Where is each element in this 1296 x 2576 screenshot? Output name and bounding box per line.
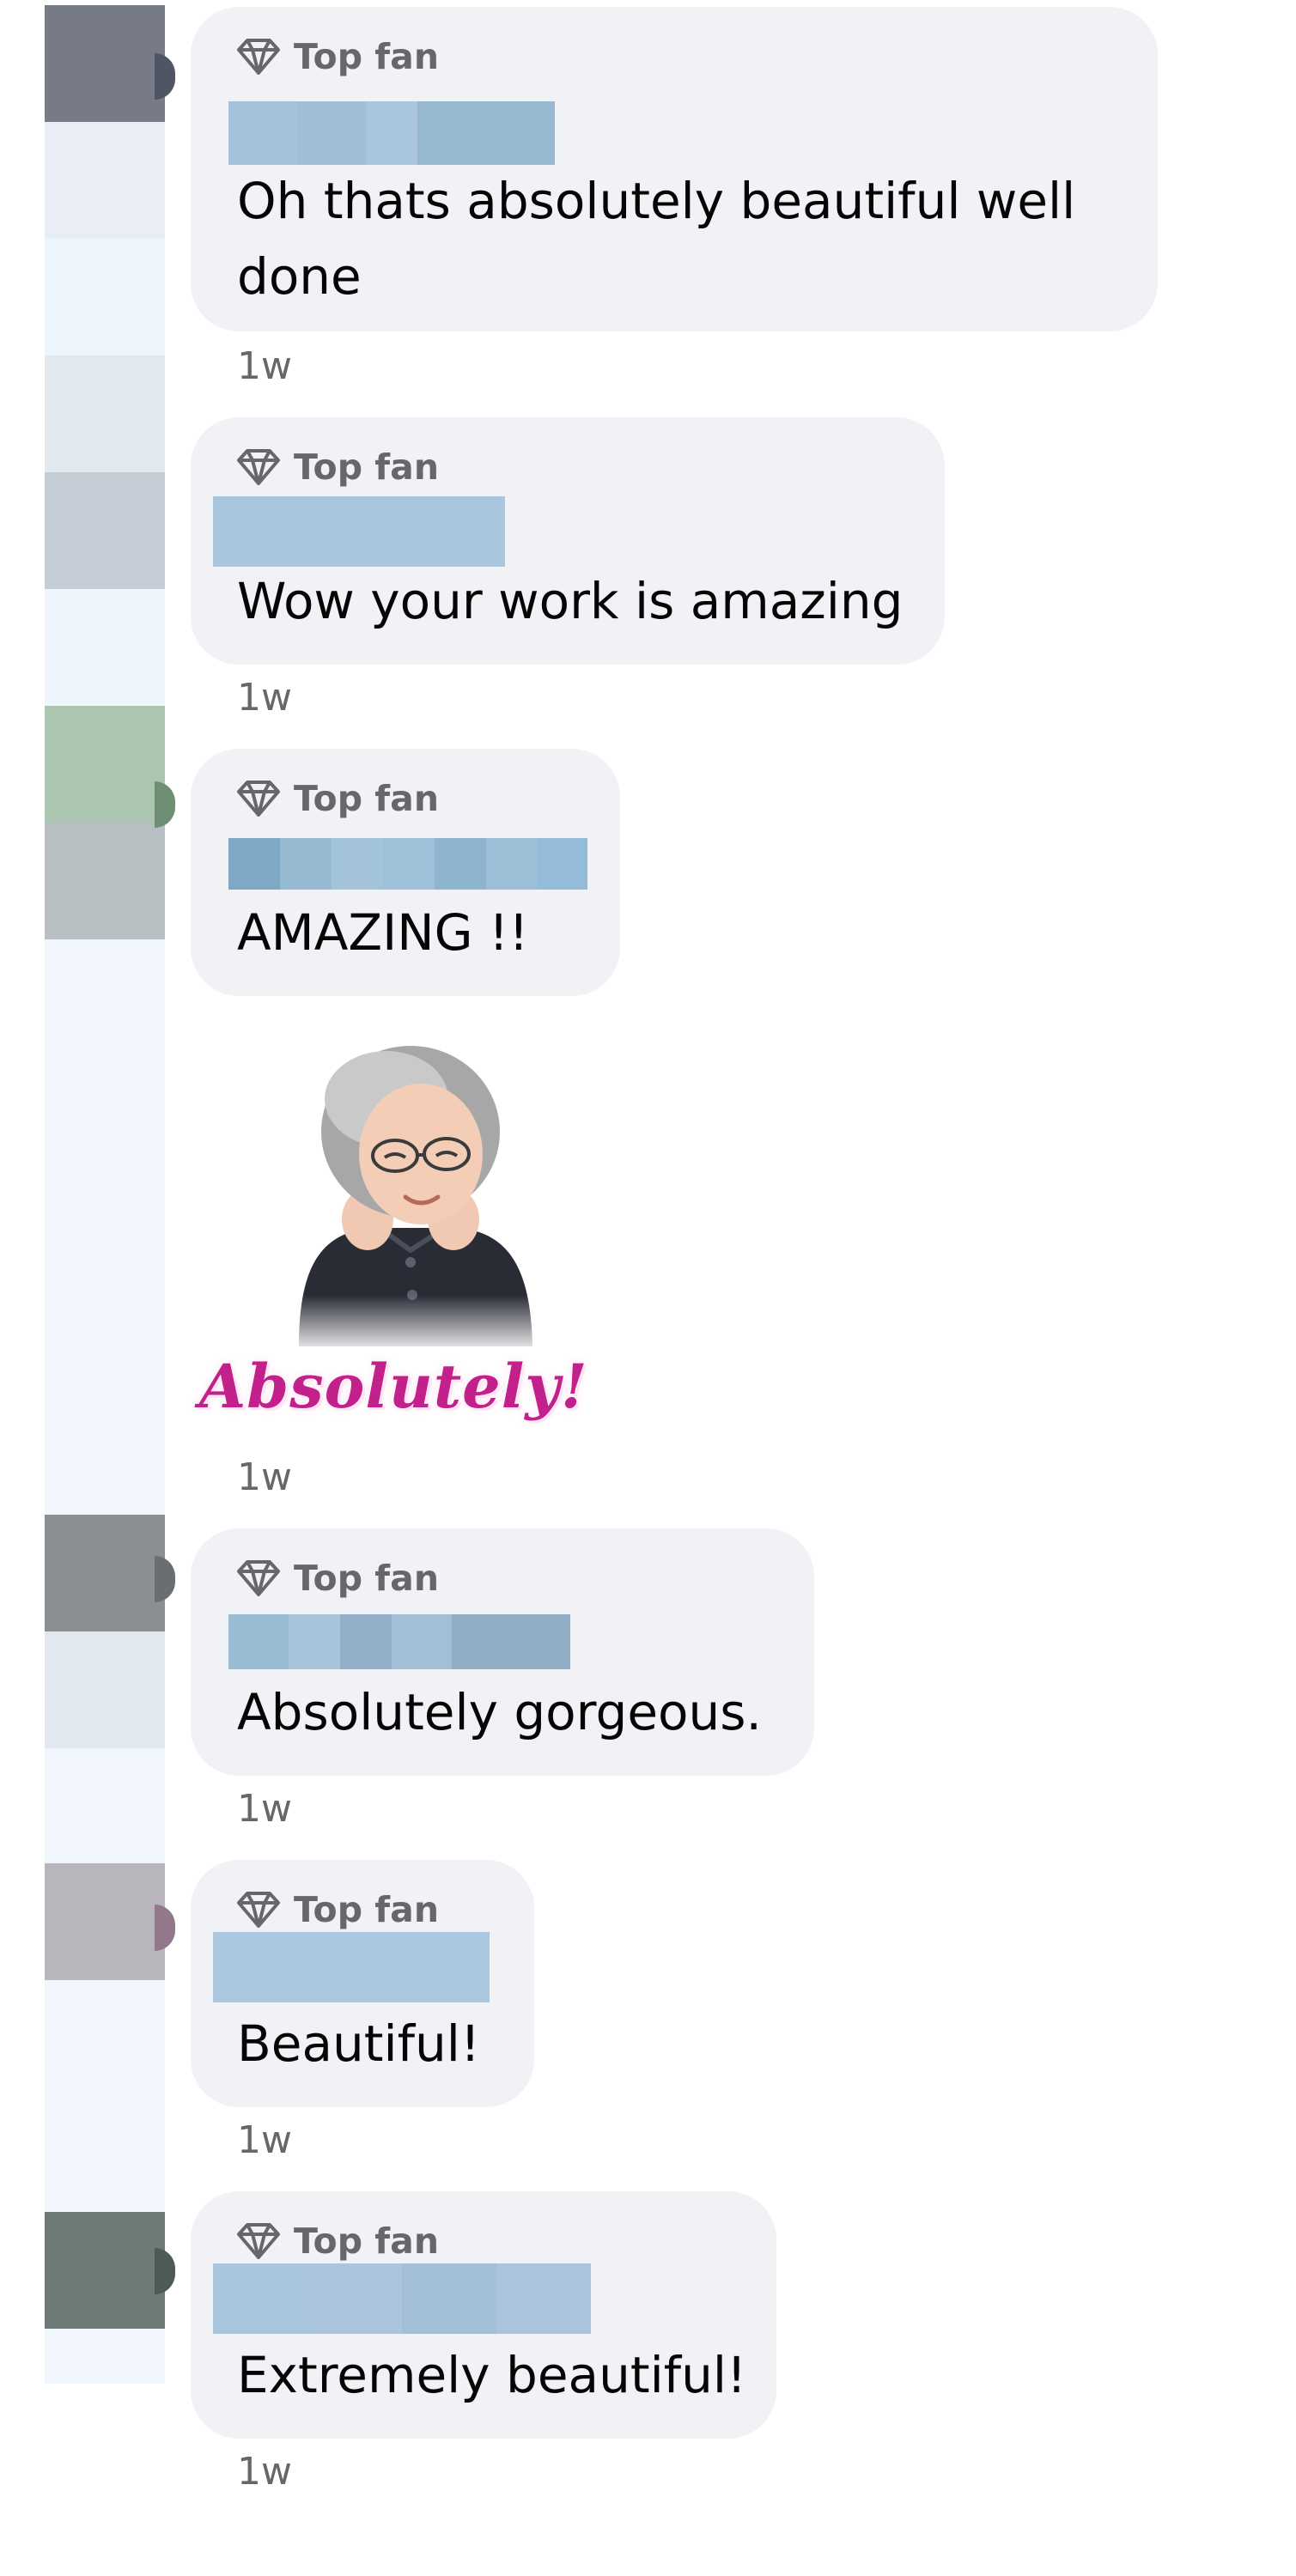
top-fan-badge: Top fan <box>235 36 439 77</box>
badge-label: Top fan <box>294 778 440 819</box>
comment-text: Extremely beautiful! <box>237 2346 747 2404</box>
commenter-name-redacted[interactable] <box>213 2263 591 2334</box>
sticker-caption: Absolutely! <box>199 1351 588 1422</box>
avatar-edge <box>155 53 175 100</box>
comment-timestamp[interactable]: 1w <box>237 1788 292 1831</box>
commenter-name-redacted[interactable] <box>213 1932 490 2002</box>
comment-timestamp[interactable]: 1w <box>237 345 292 388</box>
avatar-edge <box>155 1556 175 1602</box>
badge-label: Top fan <box>294 36 440 77</box>
avatar[interactable] <box>45 5 165 122</box>
top-fan-badge: Top fan <box>235 1889 439 1930</box>
avatar[interactable] <box>45 2212 165 2329</box>
comment-bubble[interactable]: Top fan Beautiful! <box>191 1860 534 2107</box>
comment-text: AMAZING !! <box>237 903 529 962</box>
commenter-name-redacted[interactable] <box>228 101 555 165</box>
comment-text: Beautiful! <box>237 2014 481 2073</box>
diamond-icon <box>237 39 280 75</box>
comment-bubble[interactable]: Top fan AMAZING !! <box>191 749 620 996</box>
comment-timestamp[interactable]: 1w <box>237 2119 292 2162</box>
sticker-comment[interactable]: Absolutely! <box>196 1037 642 1441</box>
avatar-edge <box>155 2248 175 2294</box>
badge-label: Top fan <box>294 1558 440 1599</box>
top-fan-badge: Top fan <box>235 1558 439 1599</box>
diamond-icon <box>237 449 280 485</box>
diamond-icon <box>237 1892 280 1928</box>
comment-text: Wow your work is amazing <box>237 572 904 630</box>
top-fan-badge: Top fan <box>235 2221 439 2262</box>
avatar-column <box>45 5 165 2384</box>
top-fan-badge: Top fan <box>235 778 439 819</box>
avatar[interactable] <box>45 1863 165 1980</box>
diamond-icon <box>237 781 280 817</box>
commenter-name-redacted[interactable] <box>228 1614 570 1669</box>
comment-timestamp[interactable]: 1w <box>237 2451 292 2494</box>
avatar-edge <box>155 1905 175 1951</box>
badge-label: Top fan <box>294 1889 440 1930</box>
comment-bubble[interactable]: Top fan Wow your work is amazing <box>191 417 945 665</box>
commenter-name-redacted[interactable] <box>228 838 587 890</box>
diamond-icon <box>237 1560 280 1596</box>
commenter-name-redacted[interactable] <box>213 496 505 567</box>
badge-label: Top fan <box>294 447 440 488</box>
avatar[interactable] <box>45 472 165 589</box>
comment-text: Absolutely gorgeous. <box>237 1683 762 1741</box>
avatar-edge <box>155 781 175 828</box>
comment-bubble[interactable]: Top fan Oh thats absolutely beautiful we… <box>191 7 1158 331</box>
comment-thread: Top fan Oh thats absolutely beautiful we… <box>0 0 1296 2576</box>
comment-bubble[interactable]: Top fan Extremely beautiful! <box>191 2191 776 2439</box>
comment-bubble[interactable]: Top fan Absolutely gorgeous. <box>191 1528 814 1776</box>
badge-label: Top fan <box>294 2221 440 2262</box>
avatar[interactable] <box>45 1515 165 1631</box>
avatar[interactable] <box>45 706 165 823</box>
diamond-icon <box>237 2223 280 2259</box>
comment-text: Oh thats absolutely beautiful well done <box>237 172 1076 306</box>
comment-timestamp[interactable]: 1w <box>237 677 292 720</box>
top-fan-badge: Top fan <box>235 447 439 488</box>
comment-timestamp[interactable]: 1w <box>237 1456 292 1499</box>
